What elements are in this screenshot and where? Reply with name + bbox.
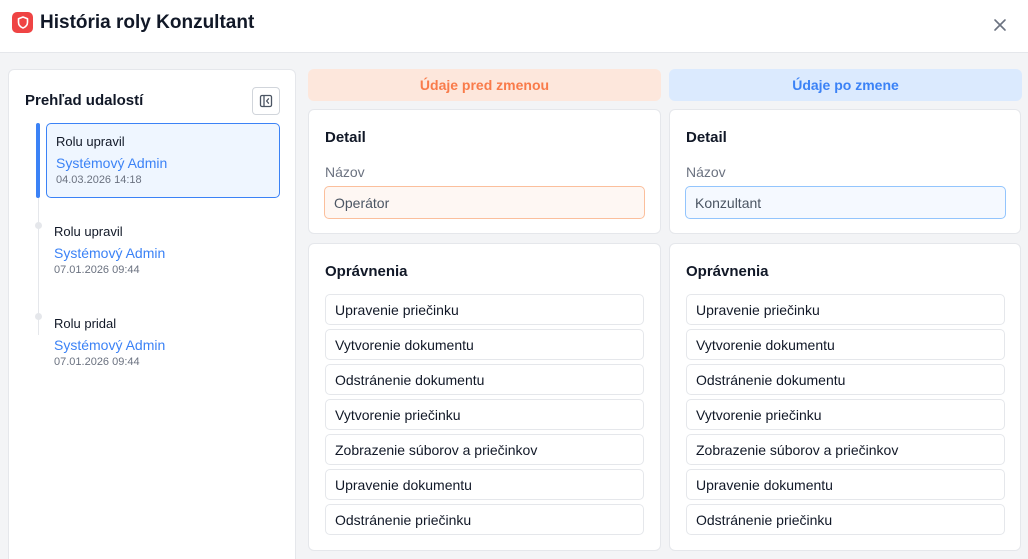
- event-action: Rolu pridal: [54, 316, 117, 331]
- after-detail-card: Detail Názov: [669, 109, 1021, 234]
- permission-item: Upravenie dokumentu: [325, 469, 644, 500]
- detail-title: Detail: [686, 129, 727, 146]
- before-permissions-list: Upravenie priečinku Vytvorenie dokumentu…: [325, 294, 644, 539]
- event-time: 07.01.2026 09:44: [54, 356, 140, 368]
- name-label: Názov: [325, 164, 365, 180]
- permissions-title: Oprávnenia: [325, 263, 408, 280]
- sidebar-title: Prehľad udalostí: [25, 92, 144, 109]
- name-label: Názov: [686, 164, 726, 180]
- before-permissions-card: Oprávnenia Upravenie priečinku Vytvoreni…: [308, 243, 661, 551]
- before-detail-card: Detail Názov: [308, 109, 661, 234]
- permission-item: Odstránenie dokumentu: [686, 364, 1005, 395]
- collapse-sidebar-button[interactable]: [252, 87, 280, 115]
- event-time: 07.01.2026 09:44: [54, 264, 140, 276]
- permission-item: Odstránenie priečinku: [686, 504, 1005, 535]
- permission-item: Odstránenie priečinku: [325, 504, 644, 535]
- event-user: Systémový Admin: [56, 155, 168, 171]
- detail-title: Detail: [325, 129, 366, 146]
- shield-icon: [12, 12, 33, 33]
- before-changes-header: Údaje pred zmenou: [308, 69, 661, 101]
- close-button[interactable]: [988, 13, 1012, 37]
- permission-item: Vytvorenie dokumentu: [325, 329, 644, 360]
- permissions-title: Oprávnenia: [686, 263, 769, 280]
- collapse-sidebar-icon: [259, 94, 273, 108]
- permission-item: Zobrazenie súborov a priečinkov: [686, 434, 1005, 465]
- event-action: Rolu upravil: [56, 134, 125, 149]
- event-item-3[interactable]: Rolu pridal Systémový Admin 07.01.2026 0…: [45, 306, 279, 381]
- permission-item: Odstránenie dokumentu: [325, 364, 644, 395]
- after-changes-header: Údaje po zmene: [669, 69, 1022, 101]
- permission-item: Vytvorenie priečinku: [686, 399, 1005, 430]
- timeline-dot: [35, 313, 42, 320]
- permission-item: Vytvorenie dokumentu: [686, 329, 1005, 360]
- after-name-input[interactable]: [685, 186, 1006, 219]
- event-item-1[interactable]: Rolu upravil Systémový Admin 04.03.2026 …: [46, 123, 280, 198]
- event-item-2[interactable]: Rolu upravil Systémový Admin 07.01.2026 …: [45, 214, 279, 289]
- timeline-active-indicator: [36, 123, 40, 198]
- event-user: Systémový Admin: [54, 245, 166, 261]
- permission-item: Zobrazenie súborov a priečinkov: [325, 434, 644, 465]
- permission-item: Vytvorenie priečinku: [325, 399, 644, 430]
- permission-item: Upravenie priečinku: [325, 294, 644, 325]
- dialog-header: História roly Konzultant: [0, 0, 1028, 53]
- before-name-input[interactable]: [324, 186, 645, 219]
- close-icon: [994, 19, 1006, 31]
- permission-item: Upravenie priečinku: [686, 294, 1005, 325]
- timeline-dot: [35, 222, 42, 229]
- after-permissions-card: Oprávnenia Upravenie priečinku Vytvoreni…: [669, 243, 1021, 551]
- event-time: 04.03.2026 14:18: [56, 174, 142, 186]
- event-action: Rolu upravil: [54, 224, 123, 239]
- events-sidebar: Prehľad udalostí Rolu upravil Systémový …: [8, 69, 296, 559]
- permission-item: Upravenie dokumentu: [686, 469, 1005, 500]
- after-permissions-list: Upravenie priečinku Vytvorenie dokumentu…: [686, 294, 1005, 539]
- event-user: Systémový Admin: [54, 337, 166, 353]
- dialog-title: História roly Konzultant: [40, 12, 255, 33]
